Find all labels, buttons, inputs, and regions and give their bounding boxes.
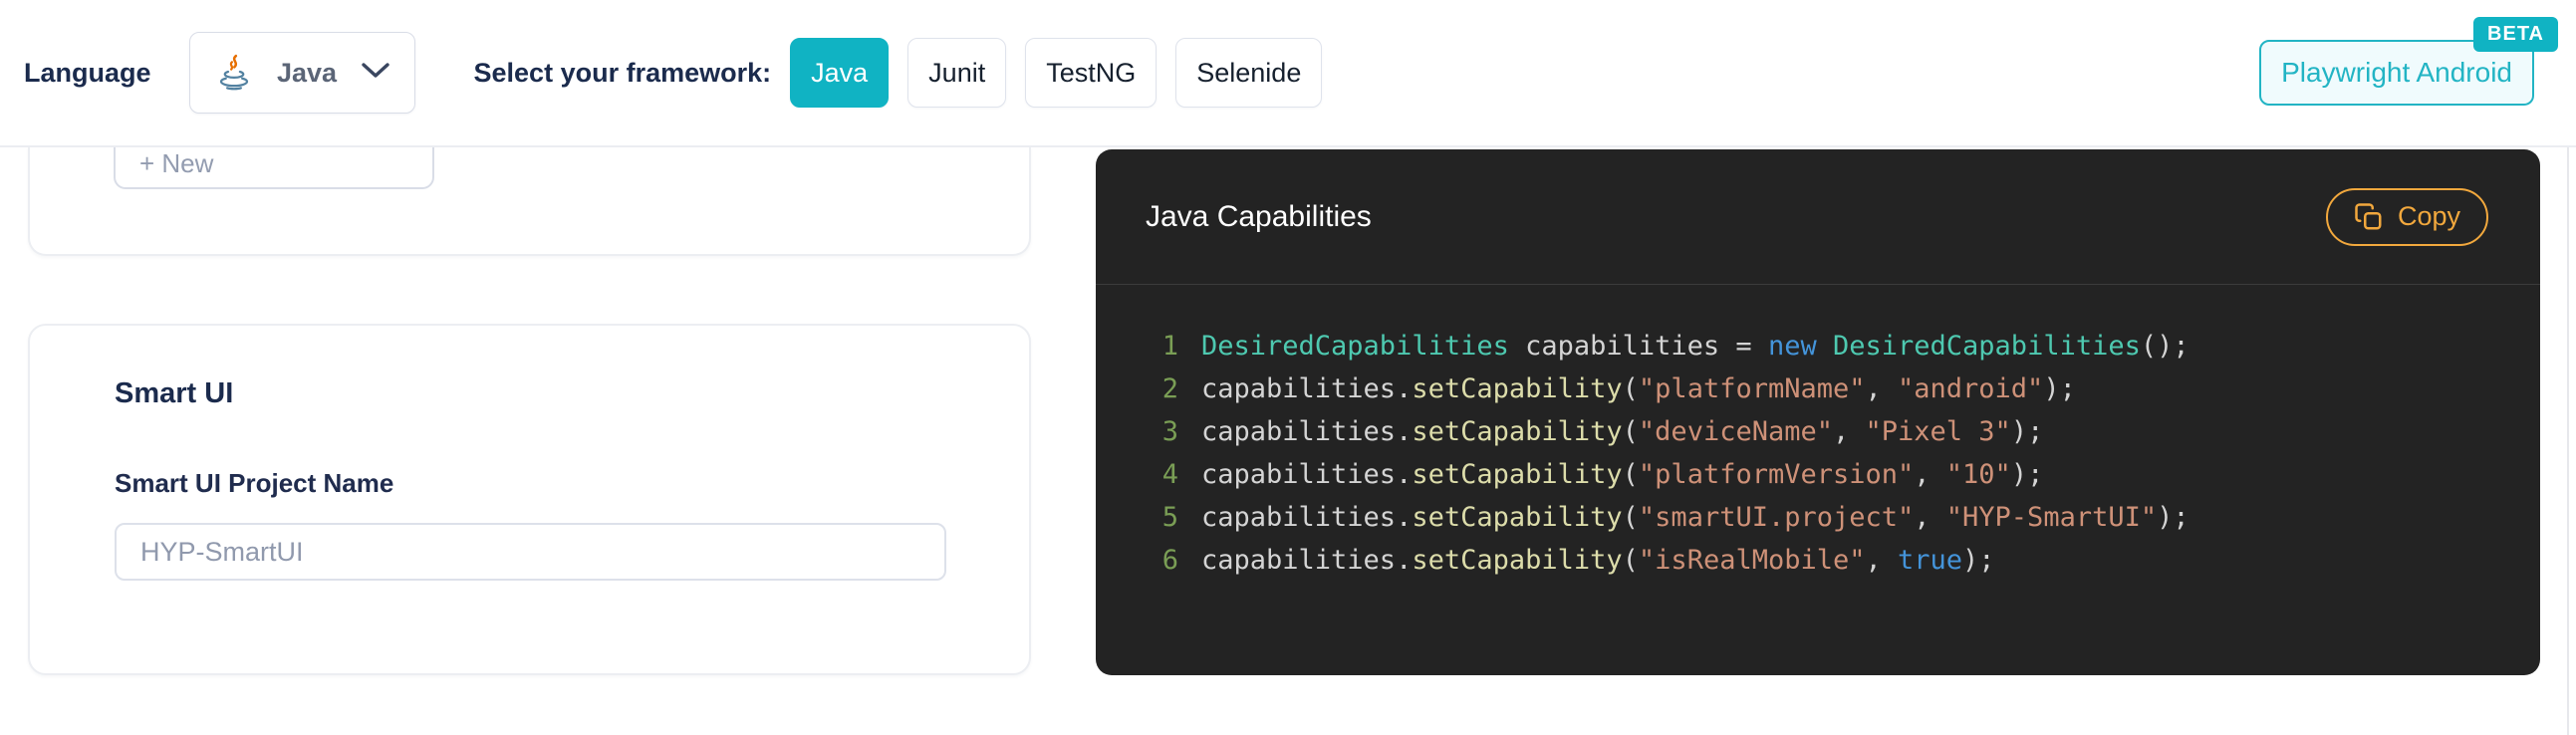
- line-number: 5: [1161, 502, 1178, 533]
- language-label: Language: [24, 57, 151, 88]
- code-line: 5 capabilities.setCapability("smartUI.pro…: [1096, 496, 2540, 539]
- line-number: 1: [1161, 331, 1178, 362]
- code-text: capabilities.setCapability("isRealMobile…: [1201, 545, 1995, 576]
- line-number: 2: [1161, 373, 1178, 404]
- capability-card-clipped: + New: [28, 147, 1031, 256]
- framework-button-testng[interactable]: TestNG: [1025, 38, 1158, 108]
- smart-ui-card: Smart UI Smart UI Project Name: [28, 324, 1031, 675]
- beta-badge: BETA: [2473, 17, 2558, 52]
- framework-button-java[interactable]: Java: [790, 38, 890, 108]
- code-line: 3 capabilities.setCapability("deviceName"…: [1096, 410, 2540, 453]
- chevron-down-icon: [361, 62, 390, 85]
- code-text: DesiredCapabilities capabilities = new D…: [1201, 331, 2190, 362]
- code-lines: 1 DesiredCapabilities capabilities = new …: [1096, 285, 2540, 582]
- line-number: 6: [1161, 545, 1178, 576]
- framework-buttons: Java Junit TestNG Selenide: [790, 38, 1323, 108]
- code-line: 1 DesiredCapabilities capabilities = new …: [1096, 325, 2540, 368]
- framework-select-label: Select your framework:: [473, 57, 772, 88]
- playwright-android-wrap: Playwright Android BETA: [2259, 17, 2558, 106]
- smart-ui-title: Smart UI: [115, 377, 234, 409]
- code-panel-header: Java Capabilities Copy: [1096, 149, 2540, 285]
- language-dropdown-value: Java: [276, 57, 338, 88]
- framework-button-selenide[interactable]: Selenide: [1175, 38, 1323, 108]
- smart-ui-project-name-label: Smart UI Project Name: [115, 468, 394, 498]
- copy-button-label: Copy: [2397, 201, 2460, 231]
- framework-button-junit[interactable]: Junit: [907, 38, 1007, 108]
- language-dropdown[interactable]: Java: [188, 32, 415, 114]
- smart-ui-project-name-input[interactable]: [115, 523, 946, 581]
- code-panel-title: Java Capabilities: [1146, 199, 1372, 233]
- line-number: 4: [1161, 459, 1178, 490]
- code-text: capabilities.setCapability("platformName…: [1201, 373, 2076, 404]
- code-line: 4 capabilities.setCapability("platformVer…: [1096, 453, 2540, 496]
- copy-button[interactable]: Copy: [2325, 187, 2488, 246]
- code-line: 6 capabilities.setCapability("isRealMobil…: [1096, 539, 2540, 582]
- toolbar: Language Java Select your framework: Jav…: [0, 0, 2576, 147]
- new-button[interactable]: + New: [114, 147, 434, 189]
- line-number: 3: [1161, 416, 1178, 447]
- code-text: capabilities.setCapability("platformVers…: [1201, 459, 2044, 490]
- code-text: capabilities.setCapability("smartUI.proj…: [1201, 502, 2190, 533]
- code-text: capabilities.setCapability("deviceName",…: [1201, 416, 2044, 447]
- java-logo-icon: [214, 53, 254, 93]
- main-content: + New Smart UI Smart UI Project Name Jav…: [0, 147, 2576, 735]
- code-panel: Java Capabilities Copy 1 DesiredCapabilit…: [1096, 149, 2540, 675]
- copy-icon: [2354, 202, 2384, 232]
- code-line: 2 capabilities.setCapability("platformNam…: [1096, 368, 2540, 410]
